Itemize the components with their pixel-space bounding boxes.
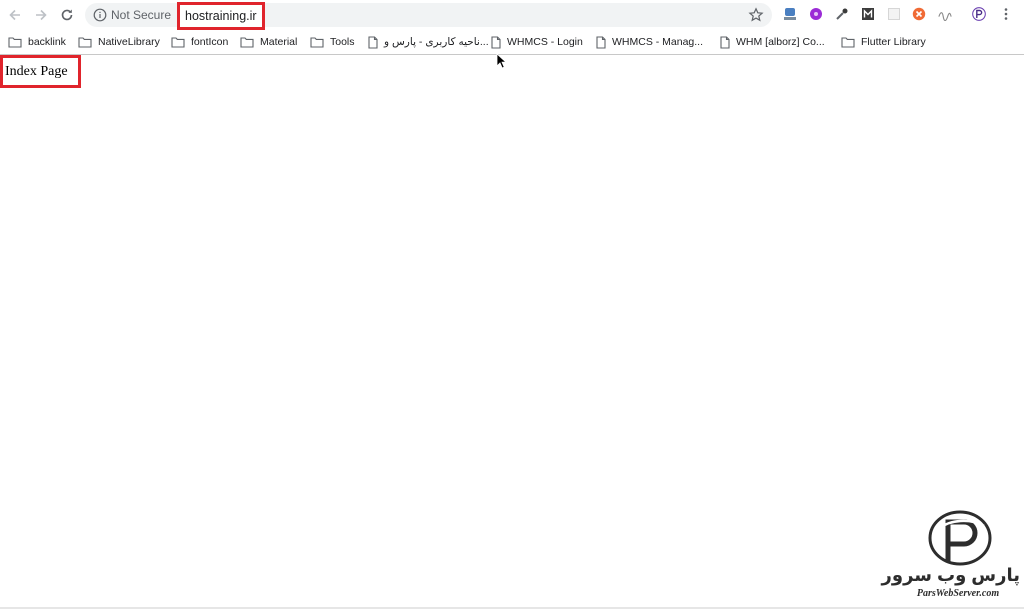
mouse-cursor-icon — [496, 53, 508, 69]
folder-icon — [240, 37, 254, 48]
extension-blank-icon[interactable] — [887, 7, 901, 21]
page-icon — [491, 35, 501, 49]
bookmark-folder-flutter-library[interactable]: Flutter Library — [841, 34, 926, 50]
bookmark-folder-material[interactable]: Material — [240, 34, 297, 50]
page-icon — [596, 35, 606, 49]
address-bar[interactable]: Not Secure hostraining.ir — [85, 2, 772, 30]
browser-toolbar: Not Secure hostraining.ir — [0, 0, 1024, 30]
extension-orange-x-icon[interactable] — [912, 7, 926, 21]
forward-button[interactable] — [31, 5, 51, 25]
page-icon — [368, 35, 378, 49]
bookmark-label: Material — [260, 36, 298, 48]
extension-wave-icon[interactable] — [938, 7, 952, 21]
extension-m-icon[interactable] — [861, 7, 875, 21]
security-status-label[interactable]: Not Secure — [111, 8, 171, 22]
url-text[interactable]: hostraining.ir — [177, 2, 265, 30]
folder-icon — [8, 37, 22, 48]
parswebserver-logo-icon — [928, 510, 992, 566]
bookmark-label: ناحیه کاربری - پارس و... — [384, 36, 489, 48]
bookmark-folder-nativelibrary[interactable]: NativeLibrary — [78, 34, 160, 50]
bookmark-star-icon[interactable] — [748, 7, 764, 23]
bookmark-label: Flutter Library — [861, 36, 926, 48]
arrow-right-icon — [36, 9, 47, 21]
extension-download-icon[interactable] — [783, 7, 797, 21]
watermark-logo: پارس وب سرور ParsWebServer.com — [881, 508, 1020, 606]
bookmark-page-whmcs-manage[interactable]: WHMCS - Manag... — [596, 34, 703, 50]
profile-avatar-icon[interactable] — [972, 7, 986, 21]
bookmark-label: Tools — [330, 36, 355, 48]
bookmark-label: backlink — [28, 36, 66, 48]
reload-icon — [61, 9, 73, 21]
bookmark-folder-fonticon[interactable]: fontIcon — [171, 34, 228, 50]
bookmark-label: WHMCS - Manag... — [612, 36, 704, 48]
bookmark-label: WHMCS - Login — [507, 36, 583, 48]
bookmark-page-whmcs-login[interactable]: WHMCS - Login — [491, 34, 583, 50]
folder-icon — [841, 37, 855, 48]
bookmarks-bar: backlink NativeLibrary fontIcon Material… — [0, 30, 1024, 55]
arrow-left-icon — [9, 9, 20, 21]
bookmark-label: WHM [alborz] Co... — [736, 36, 825, 48]
reload-button[interactable] — [57, 5, 77, 25]
folder-icon — [171, 37, 185, 48]
bookmark-folder-tools[interactable]: Tools — [310, 34, 355, 50]
menu-kebab-icon[interactable] — [999, 7, 1013, 21]
bookmark-label: fontIcon — [191, 36, 229, 48]
info-icon[interactable] — [93, 8, 107, 22]
bookmark-page-whm-alborz[interactable]: WHM [alborz] Co... — [720, 34, 825, 50]
page-icon — [720, 35, 730, 49]
bookmark-label: NativeLibrary — [98, 36, 160, 48]
folder-icon — [310, 37, 324, 48]
extension-purple-circle-icon[interactable] — [809, 7, 823, 21]
folder-icon — [78, 37, 92, 48]
watermark-url-text: ParsWebServer.com — [916, 588, 1000, 599]
bookmark-page-user-area[interactable]: ناحیه کاربری - پارس و... — [368, 34, 489, 50]
page-heading: Index Page — [0, 55, 81, 88]
watermark-brand-text: پارس وب سرور — [881, 565, 1020, 585]
bookmark-folder-backlink[interactable]: backlink — [8, 34, 66, 50]
extension-eyedropper-icon[interactable] — [835, 7, 849, 21]
back-button[interactable] — [5, 5, 25, 25]
